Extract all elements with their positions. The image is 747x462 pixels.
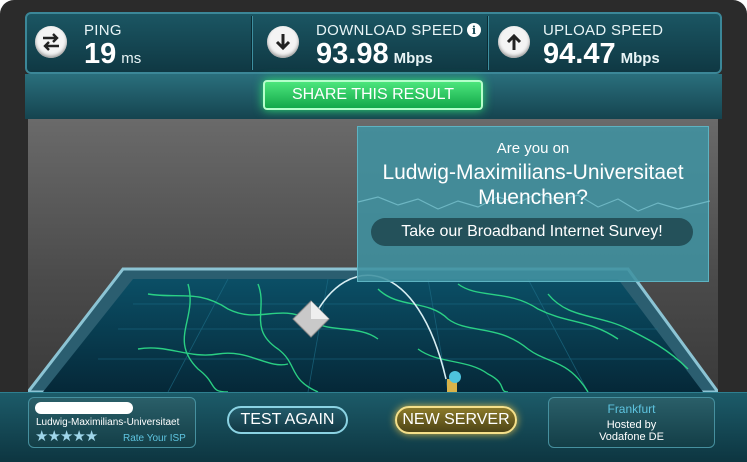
ping-arrows-icon: [35, 26, 67, 58]
survey-question-line1: Are you on: [496, 140, 570, 157]
star-rating[interactable]: ★★★★★: [35, 428, 98, 445]
star-icon[interactable]: ★: [60, 428, 73, 445]
divider: [487, 16, 488, 70]
survey-button[interactable]: Take our Broadband Internet Survey!: [371, 218, 693, 246]
ping-value-row: 19 ms: [84, 38, 141, 71]
share-result-button[interactable]: SHARE THIS RESULT: [263, 80, 483, 110]
upload-arrow-icon: [498, 26, 530, 58]
hosted-by-label: Hosted by: [606, 419, 657, 431]
speedtest-window: PING 19 ms DOWNLOAD SPEED i 93.98 Mbps U…: [0, 0, 747, 462]
star-icon[interactable]: ★: [72, 428, 85, 445]
upload-cell: UPLOAD SPEED 94.47 Mbps: [489, 14, 722, 72]
star-icon[interactable]: ★: [47, 428, 60, 445]
server-host: Vodafone DE: [599, 431, 664, 443]
survey-isp-name: Ludwig-Maximilians-Universitaet: [382, 161, 684, 184]
results-bar: PING 19 ms DOWNLOAD SPEED i 93.98 Mbps U…: [25, 12, 722, 74]
info-icon[interactable]: i: [467, 23, 481, 37]
ping-value: 19: [84, 38, 117, 70]
upload-value: 94.47: [543, 38, 616, 70]
server-panel: Frankfurt Hosted by Vodafone DE: [548, 397, 715, 448]
star-icon[interactable]: ★: [85, 428, 98, 445]
isp-panel: Ludwig-Maximilians-Universitaet ★★★★★ Ra…: [28, 397, 196, 448]
download-arrow-icon: [267, 26, 299, 58]
star-icon[interactable]: ★: [35, 428, 48, 445]
isp-name: Ludwig-Maximilians-Universitaet: [36, 417, 180, 428]
survey-panel: Are you on Ludwig-Maximilians-Universita…: [357, 126, 710, 282]
server-city: Frankfurt: [607, 402, 656, 416]
download-cell: DOWNLOAD SPEED i 93.98 Mbps: [253, 14, 486, 72]
survey-isp-location: Muenchen?: [478, 186, 588, 209]
download-label: DOWNLOAD SPEED: [316, 22, 464, 39]
isp-ip-redacted: [35, 402, 133, 414]
divider: [251, 16, 252, 70]
download-value-row: 93.98 Mbps: [316, 38, 433, 71]
rate-isp-link[interactable]: Rate Your ISP: [123, 433, 186, 444]
upload-label: UPLOAD SPEED: [543, 22, 664, 39]
test-again-button[interactable]: TEST AGAIN: [227, 406, 348, 434]
upload-unit: Mbps: [620, 50, 660, 67]
survey-question-line2: Ludwig-Maximilians-Universitaet Muenchen…: [358, 160, 708, 210]
ping-label: PING: [84, 22, 122, 39]
download-value: 93.98: [316, 38, 389, 70]
upload-value-row: 94.47 Mbps: [543, 38, 660, 71]
download-unit: Mbps: [393, 50, 433, 67]
ping-cell: PING 19 ms: [27, 14, 250, 72]
new-server-button[interactable]: NEW SERVER: [395, 406, 517, 434]
ping-unit: ms: [121, 50, 142, 67]
